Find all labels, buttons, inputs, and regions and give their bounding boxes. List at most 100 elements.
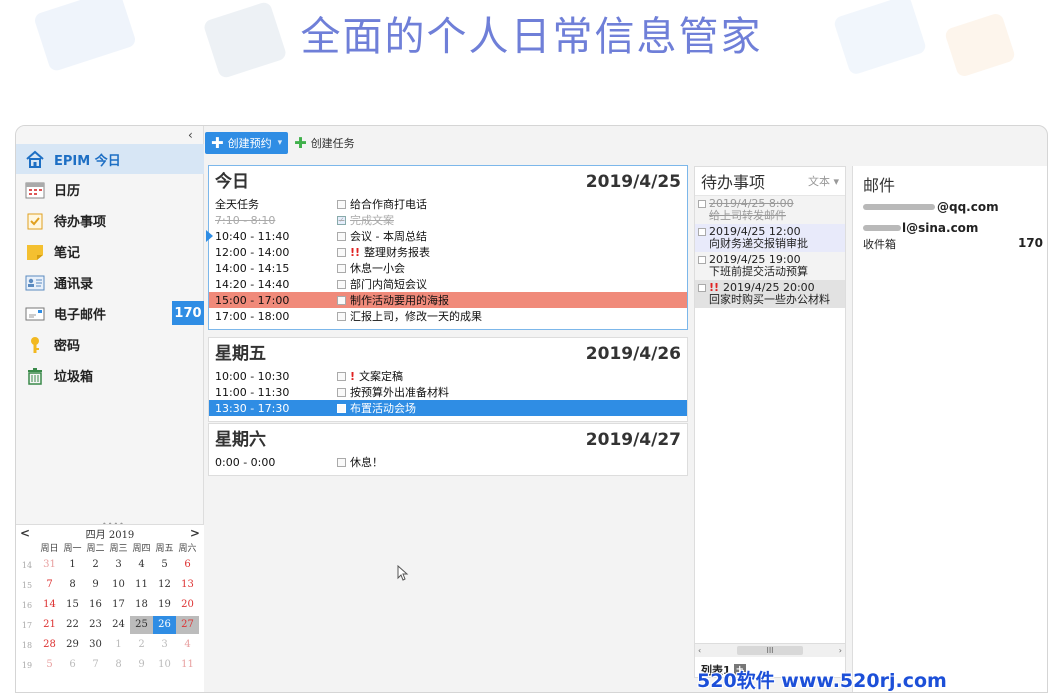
appointment-checkbox[interactable] [337,295,346,305]
calendar-day[interactable]: 8 [61,576,84,594]
appointment-row[interactable]: 7:10 - 8:10 ✓ 完成文案 [209,212,687,228]
todo-item[interactable]: 2019/4/25 12:00 向财务递交报销审批 [695,224,845,252]
calendar-day[interactable]: 1 [61,556,84,574]
calendar-day[interactable]: 6 [176,556,199,574]
calendar-day[interactable]: 20 [176,596,199,614]
calendar-day[interactable]: 11 [176,656,199,674]
appointment-checkbox[interactable] [337,263,346,273]
sidebar-item-today[interactable]: EPIM 今日 [16,144,204,174]
calendar-day[interactable]: 30 [84,636,107,654]
calendar-day[interactable]: 8 [107,656,130,674]
scrollbar-thumb[interactable]: III [737,646,803,655]
appointment-checkbox[interactable] [337,247,346,257]
sidebar-item-contacts[interactable]: 通讯录 [16,267,204,298]
calendar-day[interactable]: 7 [38,576,61,594]
calendar-day[interactable]: 10 [107,576,130,594]
calendar-day[interactable]: 24 [107,616,130,634]
weekday-label: 周二 [86,544,105,554]
appointment-checkbox[interactable] [337,279,346,289]
sidebar-item-calendar[interactable]: 日历 [16,174,204,205]
new-task-button[interactable]: ✚ 创建任务 [288,132,361,154]
sidebar-item-notes[interactable]: 笔记 [16,236,204,267]
appointment-checkbox[interactable] [337,231,346,241]
calendar-day[interactable]: 21 [38,616,61,634]
appointment-row[interactable]: 17:00 - 18:00 汇报上司，修改一天的成果 [209,308,687,324]
appointment-row[interactable]: 10:00 - 10:30! 文案定稿 [209,368,687,384]
view-mode-dropdown[interactable]: 文本 ▾ [808,173,839,189]
sidebar-item-todo[interactable]: 待办事项 [16,205,204,236]
appointment-row[interactable]: 全天任务 给合作商打电话 [209,196,687,212]
todo-checkbox[interactable] [698,200,706,208]
calendar-day[interactable]: 10 [153,656,176,674]
calendar-day[interactable]: 13 [176,576,199,594]
todo-item[interactable]: 2019/4/25 19:00 下班前提交活动预算 [695,252,845,280]
calendar-day[interactable]: 2 [84,556,107,574]
scroll-left-icon[interactable]: ‹ [698,646,701,655]
appointment-row[interactable]: 0:00 - 0:00 休息！ [209,454,687,470]
calendar-day[interactable]: 25 [130,616,153,634]
appointment-row[interactable]: 11:00 - 11:30 按预算外出准备材料 [209,384,687,400]
todo-checkbox[interactable] [698,228,706,236]
calendar-day[interactable]: 3 [153,636,176,654]
appointment-row[interactable]: 10:40 - 11:40 会议 - 本周总结 [206,228,687,244]
next-month-button[interactable]: > [190,526,200,540]
mail-account[interactable]: @qq.com [853,198,1047,215]
calendar-day[interactable]: 23 [84,616,107,634]
calendar-day[interactable]: 3 [107,556,130,574]
appointment-checkbox[interactable]: ✓ [337,215,346,225]
appointment-checkbox[interactable] [337,311,346,321]
appointment-row[interactable]: 12:00 - 14:00!! 整理财务报表 [209,244,687,260]
scroll-right-icon[interactable]: › [839,646,842,655]
sidebar-item-trash[interactable]: 垃圾箱 [16,360,204,391]
calendar-day[interactable]: 15 [61,596,84,614]
appointment-row[interactable]: 14:00 - 14:15 休息一小会 [209,260,687,276]
calendar-day[interactable]: 18 [130,596,153,614]
sidebar-item-email[interactable]: 电子邮件 170 [16,298,204,329]
appointment-row[interactable]: 15:00 - 17:00 制作活动要用的海报 [209,292,687,308]
prev-month-button[interactable]: < [20,526,30,540]
appointment-row[interactable]: 13:30 - 17:30 布置活动会场 [209,400,687,416]
mail-account[interactable]: l@sina.com [853,219,1047,236]
calendar-day[interactable]: 31 [38,556,61,574]
calendar-day[interactable]: 12 [153,576,176,594]
week-number: 15 [21,580,33,590]
todo-item[interactable]: !! 2019/4/25 20:00 回家时购买一些办公材料 [695,280,845,308]
calendar-day[interactable]: 17 [107,596,130,614]
collapse-sidebar-button[interactable]: ‹ [188,128,193,142]
calendar-day[interactable]: 14 [38,596,61,614]
calendar-day[interactable]: 6 [61,656,84,674]
calendar-day[interactable]: 2 [130,636,153,654]
todo-item[interactable]: 2019/4/25 8:00 给上司转发邮件 [695,196,845,224]
calendar-day[interactable]: 28 [38,636,61,654]
calendar-day[interactable]: 9 [84,576,107,594]
todo-checkbox[interactable] [698,284,706,292]
calendar-day[interactable]: 11 [130,576,153,594]
calendar-day[interactable]: 22 [61,616,84,634]
calendar-day[interactable]: 27 [176,616,199,634]
new-appointment-button[interactable]: ✚ 创建预约 ▾ [205,132,289,154]
calendar-day[interactable]: 26 [153,616,176,634]
appointment-checkbox[interactable] [337,457,346,467]
todo-title: 回家时购买一些办公材料 [709,293,830,306]
calendar-day[interactable]: 4 [176,636,199,654]
appointment-checkbox[interactable] [337,387,346,397]
appointment-checkbox[interactable] [337,371,346,381]
appointment-checkbox[interactable] [337,199,346,209]
inbox-folder[interactable]: 收件箱 170 [853,236,1047,252]
calendar-day[interactable]: 4 [130,556,153,574]
calendar-day[interactable]: 1 [107,636,130,654]
appointment-title: 布置活动会场 [337,400,416,416]
calendar-day[interactable]: 29 [61,636,84,654]
todo-checkbox[interactable] [698,256,706,264]
calendar-day[interactable]: 7 [84,656,107,674]
appointment-row[interactable]: 14:20 - 14:40 部门内简短会议 [209,276,687,292]
calendar-day[interactable]: 16 [84,596,107,614]
sidebar-item-passwords[interactable]: 密码 [16,329,204,360]
calendar-day[interactable]: 5 [38,656,61,674]
horizontal-scrollbar[interactable]: ‹ III › [695,643,845,657]
calendar-day[interactable]: 5 [153,556,176,574]
chevron-down-icon[interactable]: ▾ [278,138,283,148]
calendar-day[interactable]: 9 [130,656,153,674]
calendar-day[interactable]: 19 [153,596,176,614]
appointment-checkbox[interactable] [337,403,346,413]
